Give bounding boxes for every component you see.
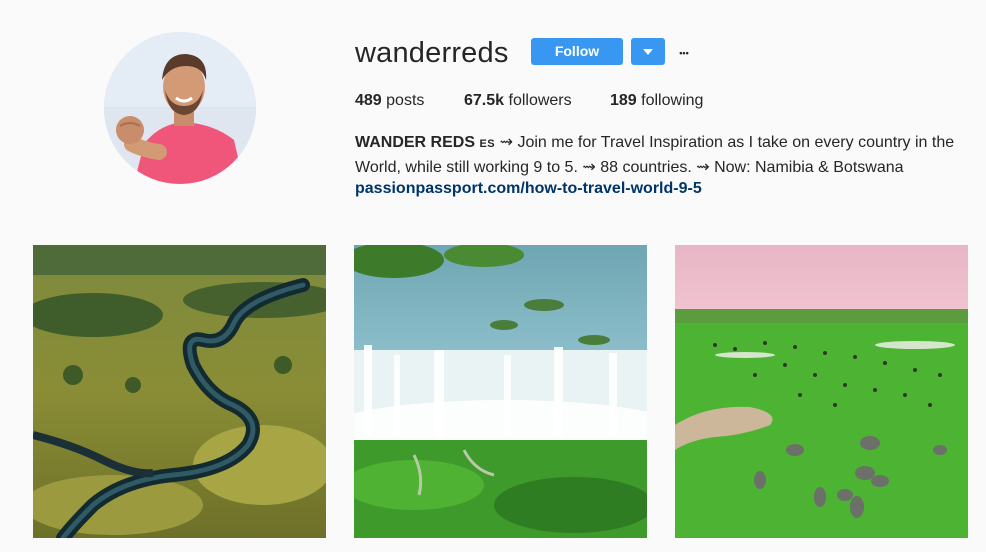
waterfall-image [354, 245, 647, 538]
flag-emoji: ES [479, 138, 496, 150]
post-thumbnail-2[interactable] [354, 245, 647, 538]
posts-stat: 489 posts [355, 91, 424, 111]
following-label: following [641, 92, 704, 109]
avatar-image [104, 32, 256, 184]
post-thumbnail-1[interactable] [33, 245, 326, 538]
suggested-dropdown-button[interactable] [631, 38, 665, 65]
following-stat[interactable]: 189 following [610, 91, 703, 111]
more-options-icon: ••• [679, 47, 689, 58]
chevron-down-icon [643, 48, 653, 55]
more-options-button[interactable]: ••• [674, 40, 694, 62]
following-count: 189 [610, 92, 637, 109]
post-thumbnail-3[interactable] [675, 245, 968, 538]
profile-avatar[interactable] [104, 32, 256, 184]
follow-button[interactable]: Follow [531, 38, 623, 65]
followers-stat[interactable]: 67.5k followers [464, 91, 572, 111]
followers-label: followers [508, 92, 572, 109]
profile-username: wanderreds [355, 37, 509, 69]
bio-line-1: WANDER REDS ES ⇝ Join me for Travel Insp… [355, 131, 955, 156]
posts-label: posts [386, 92, 425, 109]
posts-count: 489 [355, 92, 382, 109]
elephant-herd-image [675, 245, 968, 538]
bio-text-line-1: ⇝ Join me for Travel Inspiration as I ta… [499, 134, 955, 151]
profile-bio: WANDER REDS ES ⇝ Join me for Travel Insp… [355, 131, 955, 180]
bio-full-name: WANDER REDS [355, 134, 476, 151]
followers-count: 67.5k [464, 92, 505, 109]
river-delta-image [33, 245, 326, 538]
bio-website-link[interactable]: passionpassport.com/how-to-travel-world-… [355, 177, 702, 201]
